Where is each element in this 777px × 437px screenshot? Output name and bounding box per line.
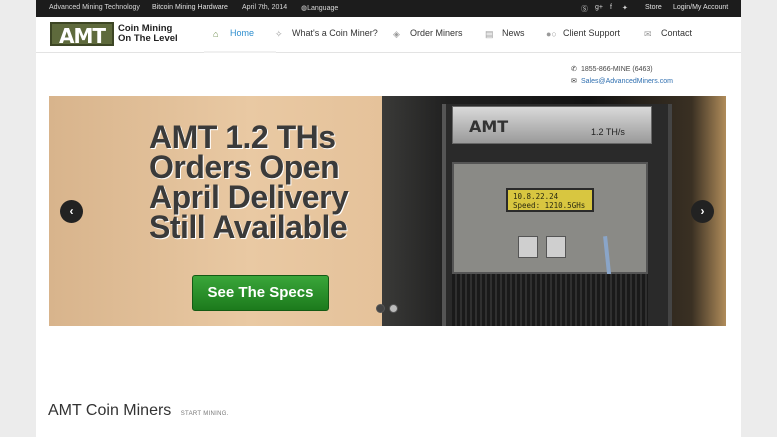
nav-item-order-miners[interactable]: ◈ Order Miners <box>393 28 463 39</box>
see-specs-button[interactable]: See The Specs <box>192 275 329 311</box>
section-heading: AMT Coin Miners START MINING. <box>48 402 229 420</box>
date-label: April 7th, 2014 <box>242 4 288 11</box>
slide-text-panel: AMT 1.2 THs Orders Open April Delivery S… <box>49 96 384 326</box>
logo-mark: AMT <box>50 22 114 48</box>
nav-item-client-support[interactable]: ●○ Client Support <box>546 28 620 39</box>
phone-icon: ✆ <box>571 66 577 73</box>
miner-lcd-display: 10.8.22.24 Speed: 1210.5GHs <box>506 188 594 212</box>
logo-tagline: Coin Mining On The Level <box>118 23 178 44</box>
miner-nameplate: AMT 1.2 TH/s <box>452 106 652 144</box>
usb-port <box>518 236 538 258</box>
box-icon: ◈ <box>393 29 400 39</box>
slider-dot-2[interactable] <box>389 304 398 313</box>
top-bar: Advanced Mining Technology Bitcoin Minin… <box>36 0 741 17</box>
section-title: AMT Coin Miners <box>48 402 172 419</box>
miner-grill <box>452 274 648 326</box>
slide-product-image: AMT 1.2 TH/s 10.8.22.24 Speed: 1210.5GHs <box>382 96 726 326</box>
twitter-icon[interactable]: ✦ <box>622 4 628 12</box>
nav-active-indicator <box>204 51 276 53</box>
nav-item-contact[interactable]: ✉ Contact <box>644 28 692 39</box>
miner-front-panel: 10.8.22.24 Speed: 1210.5GHs <box>452 162 648 274</box>
envelope-icon: ✉ <box>644 29 652 39</box>
envelope-icon: ✉ <box>571 78 577 85</box>
facebook-icon[interactable]: f <box>610 4 612 11</box>
slider-next-button[interactable]: › <box>691 200 714 223</box>
slide-headline: AMT 1.2 THs Orders Open April Delivery S… <box>149 119 349 245</box>
lightbulb-icon: ✧ <box>275 29 283 39</box>
home-icon: ⌂ <box>213 29 219 39</box>
site-logo[interactable]: AMT Coin Mining On The Level <box>50 22 180 48</box>
language-selector[interactable]: ◍Language <box>301 4 338 12</box>
store-link[interactable]: Store <box>645 4 662 11</box>
site-name: Advanced Mining Technology <box>49 4 140 11</box>
skype-icon[interactable]: Ⓢ <box>581 4 588 14</box>
contact-phone: ✆ 1855-866-MINE (6463) <box>571 66 653 73</box>
chevron-left-icon: ‹ <box>69 204 74 218</box>
main-navigation: AMT Coin Mining On The Level ⌂ Home ✧ What… <box>36 17 741 53</box>
slider-dot-1[interactable] <box>376 304 385 313</box>
nav-item-home[interactable]: ⌂ Home <box>213 28 254 39</box>
section-subtitle: START MINING. <box>180 411 229 417</box>
nav-item-whats-a-coin-miner[interactable]: ✧ What's a Coin Miner? <box>275 28 378 39</box>
ethernet-port <box>546 236 566 258</box>
newspaper-icon: ▤ <box>485 29 494 39</box>
google-plus-icon[interactable]: g+ <box>595 4 603 11</box>
chevron-right-icon: › <box>700 204 705 218</box>
miner-machine-image: AMT 1.2 TH/s 10.8.22.24 Speed: 1210.5GHs <box>442 104 672 326</box>
page-container: AMT Coin Mining On The Level ⌂ Home ✧ What… <box>36 17 741 437</box>
login-link[interactable]: Login/My Account <box>673 4 728 11</box>
hardware-link[interactable]: Bitcoin Mining Hardware <box>152 4 228 11</box>
slider-prev-button[interactable]: ‹ <box>60 200 83 223</box>
support-icon: ●○ <box>546 29 557 39</box>
contact-email[interactable]: ✉ Sales@AdvancedMiners.com <box>571 77 673 85</box>
nav-item-news[interactable]: ▤ News <box>485 28 525 39</box>
hero-slider: AMT 1.2 THs Orders Open April Delivery S… <box>49 96 726 326</box>
